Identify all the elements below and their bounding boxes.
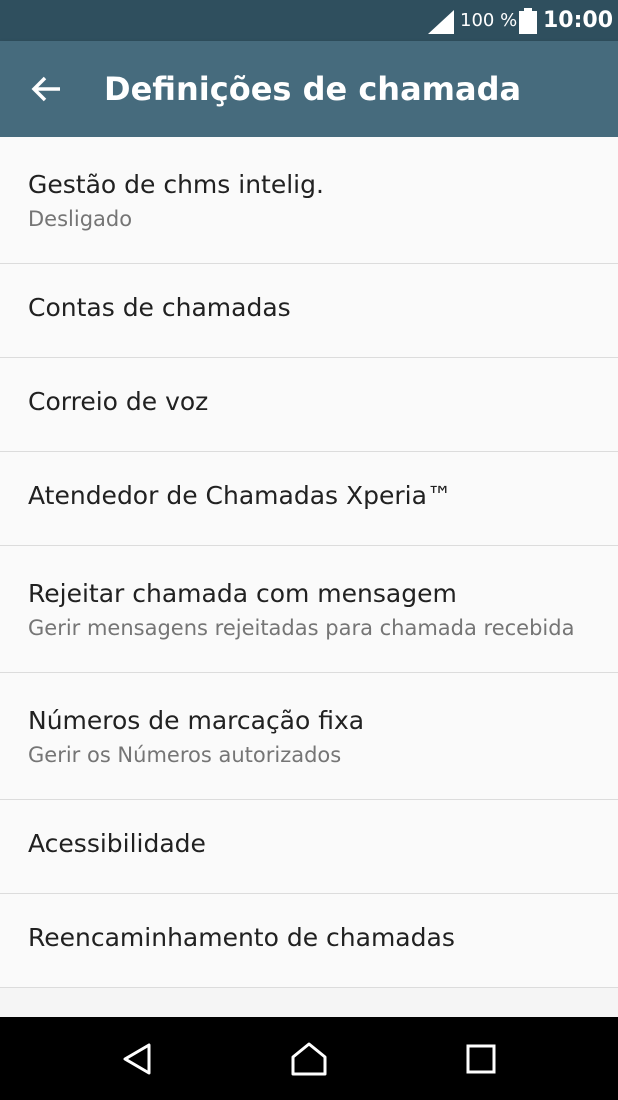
setting-label: Gestão de chms intelig.: [28, 170, 324, 199]
setting-call-forwarding[interactable]: Reencaminhamento de chamadas: [0, 894, 618, 988]
navigation-bar: [0, 1017, 618, 1100]
setting-xperia-answering-machine[interactable]: Atendedor de Chamadas Xperia™: [0, 452, 618, 546]
battery-percent: 100 %: [460, 10, 518, 31]
app-bar: Definições de chamada: [0, 41, 618, 137]
setting-label: Contas de chamadas: [28, 293, 291, 322]
setting-sublabel: Desligado: [28, 207, 133, 231]
setting-label: Correio de voz: [28, 387, 209, 416]
status-bar: 100 % 10:00: [0, 0, 618, 41]
setting-sublabel: Gerir mensagens rejeitadas para chamada …: [28, 616, 575, 640]
setting-smart-call-management[interactable]: Gestão de chms intelig. Desligado: [0, 137, 618, 264]
setting-label: Rejeitar chamada com mensagem: [28, 579, 457, 608]
back-arrow-icon[interactable]: [28, 71, 64, 107]
home-icon[interactable]: [291, 1041, 327, 1077]
battery-icon: [519, 8, 537, 34]
setting-label: Reencaminhamento de chamadas: [28, 923, 455, 952]
back-triangle-icon[interactable]: [120, 1041, 156, 1077]
setting-accessibility[interactable]: Acessibilidade: [0, 800, 618, 894]
setting-label: Acessibilidade: [28, 829, 206, 858]
setting-voicemail[interactable]: Correio de voz: [0, 358, 618, 452]
signal-icon: [428, 10, 454, 34]
recents-square-icon[interactable]: [463, 1041, 499, 1077]
setting-calling-accounts[interactable]: Contas de chamadas: [0, 264, 618, 358]
setting-reject-call-with-message[interactable]: Rejeitar chamada com mensagem Gerir mens…: [0, 546, 618, 673]
clock: 10:00: [543, 8, 614, 33]
setting-label: Atendedor de Chamadas Xperia™: [28, 481, 452, 510]
setting-label: Números de marcação fixa: [28, 706, 365, 735]
page-title: Definições de chamada: [104, 70, 522, 108]
setting-sublabel: Gerir os Números autorizados: [28, 743, 342, 767]
settings-list: Gestão de chms intelig. Desligado Contas…: [0, 137, 618, 988]
setting-fixed-dialing-numbers[interactable]: Números de marcação fixa Gerir os Número…: [0, 673, 618, 800]
